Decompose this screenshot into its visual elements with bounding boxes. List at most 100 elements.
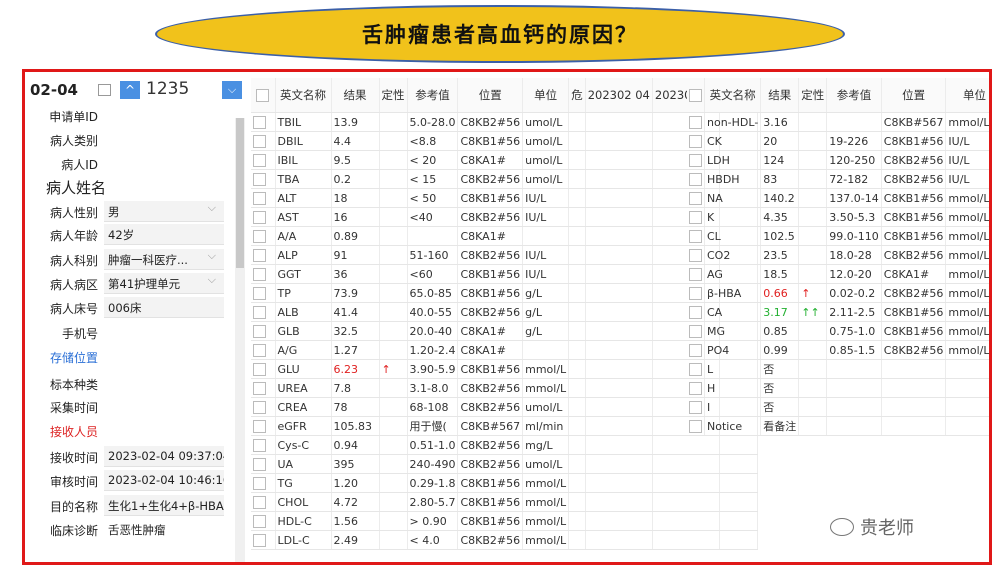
field-value[interactable]: 生化1+生化4+β-HBA: [104, 495, 224, 516]
sample-date[interactable]: 02-04: [30, 81, 78, 99]
table-row[interactable]: H否: [687, 378, 989, 398]
scrollbar-thumb[interactable]: [236, 118, 244, 268]
row-checkbox[interactable]: [687, 245, 705, 265]
row-checkbox[interactable]: [687, 302, 705, 322]
row-checkbox[interactable]: [251, 511, 276, 531]
column-header[interactable]: 定性: [379, 78, 408, 113]
column-header[interactable]: 参考值: [826, 78, 882, 113]
row-checkbox[interactable]: [251, 188, 276, 208]
table-row[interactable]: ALT 18 < 50 C8KB1#56 IU/L: [251, 188, 759, 208]
row-checkbox[interactable]: [251, 416, 276, 436]
column-header[interactable]: 位置: [457, 78, 524, 113]
row-checkbox[interactable]: [251, 283, 276, 303]
field-value[interactable]: [104, 153, 224, 174]
table-row[interactable]: CK 20 19-226 C8KB1#56 IU/L: [687, 131, 989, 151]
calendar-icon[interactable]: [98, 84, 111, 96]
table-row[interactable]: CHOL 4.72 2.80-5.7 C8KB1#56 mmol/L: [251, 492, 759, 512]
table-row[interactable]: ALB 41.4 40.0-55 C8KB2#56 g/L: [251, 302, 759, 322]
row-checkbox[interactable]: [251, 378, 276, 398]
table-row[interactable]: NA 140.2 137.0-14 C8KB1#56 mmol/L: [687, 188, 989, 208]
column-header[interactable]: 定性: [798, 78, 828, 113]
field-value[interactable]: [104, 176, 224, 197]
table-row[interactable]: GLB 32.5 20.0-40 C8KA1# g/L: [251, 321, 759, 341]
field-value[interactable]: 006床: [104, 297, 224, 318]
table-row[interactable]: AST 16 <40 C8KB2#56 IU/L: [251, 207, 759, 227]
table-row[interactable]: HBDH 83 72-182 C8KB2#56 IU/L: [687, 169, 989, 189]
row-checkbox[interactable]: [251, 492, 276, 512]
table-row[interactable]: TG 1.20 0.29-1.8 C8KB1#56 mmol/L: [251, 473, 759, 493]
table-row[interactable]: DBIL 4.4 <8.8 C8KB1#56 umol/L: [251, 131, 759, 151]
table-row[interactable]: β-HBA 0.66 ↑ 0.02-0.2 C8KB2#56 mmol/L: [687, 283, 989, 303]
column-header[interactable]: 202302 04: [585, 78, 653, 113]
field-select[interactable]: 男: [104, 201, 224, 222]
column-header[interactable]: 单位: [945, 78, 989, 113]
row-checkbox[interactable]: [251, 321, 276, 341]
table-row[interactable]: GLU 6.23 ↑ 3.90-5.9 C8KB1#56 mmol/L: [251, 359, 759, 379]
field-value[interactable]: [104, 322, 224, 343]
table-row[interactable]: TBIL 13.9 5.0-28.0 C8KB2#56 umol/L: [251, 112, 759, 132]
row-checkbox[interactable]: [251, 454, 276, 474]
table-row[interactable]: UA 395 240-490 C8KB2#56 umol/L: [251, 454, 759, 474]
row-checkbox[interactable]: [687, 188, 705, 208]
row-checkbox[interactable]: [687, 416, 705, 436]
up-arrow-button[interactable]: ^: [120, 81, 140, 99]
table-row[interactable]: PO4 0.99 0.85-1.5 C8KB2#56 mmol/L: [687, 340, 989, 360]
table-row[interactable]: IBIL 9.5 < 20 C8KA1# umol/L: [251, 150, 759, 170]
column-header[interactable]: 结果: [760, 78, 800, 113]
column-header[interactable]: 参考值: [407, 78, 459, 113]
select-all-checkbox[interactable]: [687, 78, 705, 113]
row-checkbox[interactable]: [687, 131, 705, 151]
table-row[interactable]: MG 0.85 0.75-1.0 C8KB1#56 mmol/L: [687, 321, 989, 341]
table-row[interactable]: K 4.35 3.50-5.3 C8KB1#56 mmol/L: [687, 207, 989, 227]
row-checkbox[interactable]: [251, 207, 276, 227]
table-row[interactable]: A/A 0.89 C8KA1#: [251, 226, 759, 246]
row-checkbox[interactable]: [251, 169, 276, 189]
column-header[interactable]: 英文名称: [275, 78, 332, 113]
table-row[interactable]: GGT 36 <60 C8KB1#56 IU/L: [251, 264, 759, 284]
table-row[interactable]: LDH 124 120-250 C8KB2#56 IU/L: [687, 150, 989, 170]
row-checkbox[interactable]: [687, 378, 705, 398]
table-row[interactable]: Cys-C 0.94 0.51-1.0 C8KB2#56 mg/L: [251, 435, 759, 455]
row-checkbox[interactable]: [251, 112, 276, 132]
table-row[interactable]: LDL-C 2.49 < 4.0 C8KB2#56 mmol/L: [251, 530, 759, 550]
table-row[interactable]: UREA 7.8 3.1-8.0 C8KB2#56 mmol/L: [251, 378, 759, 398]
row-checkbox[interactable]: [251, 245, 276, 265]
table-row[interactable]: eGFR 105.83 用于慢(C8KB#567 ml/min: [251, 416, 759, 436]
select-all-checkbox[interactable]: [251, 78, 276, 113]
column-header[interactable]: 英文名称: [704, 78, 762, 113]
row-checkbox[interactable]: [251, 150, 276, 170]
table-row[interactable]: L否: [687, 359, 989, 379]
column-header[interactable]: 危: [568, 78, 586, 113]
field-value[interactable]: 2023-02-04 10:46:16: [104, 470, 224, 491]
row-checkbox[interactable]: [687, 340, 705, 360]
row-checkbox[interactable]: [687, 321, 705, 341]
row-checkbox[interactable]: [687, 207, 705, 227]
column-header[interactable]: 单位: [522, 78, 570, 113]
row-checkbox[interactable]: [687, 264, 705, 284]
table-row[interactable]: CREA 78 68-108 C8KB2#56 umol/L: [251, 397, 759, 417]
row-checkbox[interactable]: [687, 112, 705, 132]
row-checkbox[interactable]: [251, 530, 276, 550]
field-value[interactable]: 舌恶性肿瘤: [104, 519, 224, 540]
field-value[interactable]: [104, 105, 224, 126]
table-row[interactable]: TBA 0.2 < 15 C8KB2#56 umol/L: [251, 169, 759, 189]
left-scrollbar[interactable]: [235, 118, 245, 562]
sample-number-field[interactable]: 1235: [146, 79, 189, 99]
row-checkbox[interactable]: [251, 302, 276, 322]
row-checkbox[interactable]: [251, 131, 276, 151]
column-header[interactable]: 位置: [881, 78, 947, 113]
field-value[interactable]: [104, 346, 224, 367]
table-row[interactable]: Notice 看备注: [687, 416, 989, 436]
table-row[interactable]: TP 73.9 65.0-85 C8KB1#56 g/L: [251, 283, 759, 303]
field-value[interactable]: 42岁: [104, 224, 224, 245]
table-row[interactable]: HDL-C 1.56 > 0.90 C8KB1#56 mmol/L: [251, 511, 759, 531]
field-select[interactable]: 肿瘤一科医疗...: [104, 249, 224, 270]
row-checkbox[interactable]: [687, 169, 705, 189]
row-checkbox[interactable]: [687, 150, 705, 170]
row-checkbox[interactable]: [251, 397, 276, 417]
table-row[interactable]: A/G 1.27 1.20-2.4 C8KA1#: [251, 340, 759, 360]
row-checkbox[interactable]: [251, 473, 276, 493]
table-row[interactable]: AG 18.5 12.0-20 C8KA1# mmol/L: [687, 264, 989, 284]
row-checkbox[interactable]: [251, 340, 276, 360]
column-header[interactable]: 结果: [331, 78, 380, 113]
